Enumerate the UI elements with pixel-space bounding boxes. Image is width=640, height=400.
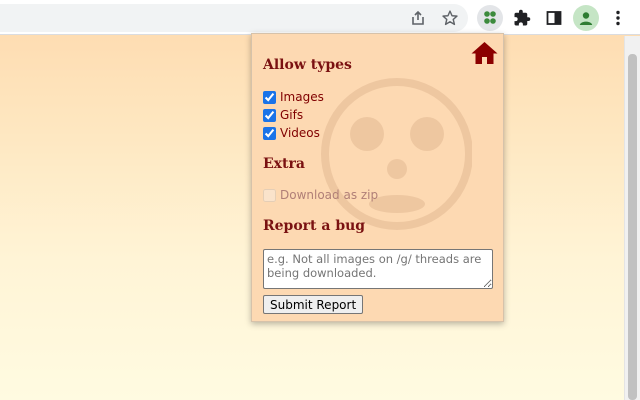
images-label: Images xyxy=(280,90,324,104)
download-zip-label: Download as zip xyxy=(280,188,379,202)
profile-avatar-icon[interactable] xyxy=(573,5,599,31)
puzzle-icon[interactable] xyxy=(509,5,535,31)
videos-label: Videos xyxy=(280,126,320,140)
side-panel-icon[interactable] xyxy=(541,5,567,31)
bug-report-textarea[interactable] xyxy=(263,249,493,289)
images-checkbox[interactable] xyxy=(263,90,276,104)
download-zip-checkbox xyxy=(263,188,276,202)
checkbox-row-images[interactable]: Images xyxy=(263,89,324,105)
videos-checkbox[interactable] xyxy=(263,126,276,140)
address-bar[interactable] xyxy=(0,4,468,32)
submit-report-button[interactable]: Submit Report xyxy=(263,295,364,314)
checkbox-row-gifs[interactable]: Gifs xyxy=(263,107,303,123)
extension-app-icon[interactable] xyxy=(477,5,503,31)
kebab-menu-icon[interactable] xyxy=(605,5,631,31)
page-scrollbar[interactable] xyxy=(624,36,640,400)
gifs-label: Gifs xyxy=(280,108,304,122)
watermark-logo xyxy=(321,78,472,230)
extension-popup: Allow types Images Gifs Videos Extra Dow… xyxy=(251,33,504,322)
share-icon[interactable] xyxy=(405,5,431,31)
checkbox-row-videos[interactable]: Videos xyxy=(263,125,320,141)
scrollbar-thumb[interactable] xyxy=(628,54,637,400)
home-icon[interactable] xyxy=(471,41,498,69)
bookmark-star-icon[interactable] xyxy=(437,5,463,31)
browser-toolbar xyxy=(0,0,640,35)
report-bug-heading: Report a bug xyxy=(263,218,366,234)
allow-types-heading: Allow types xyxy=(263,57,352,73)
gifs-checkbox[interactable] xyxy=(263,108,276,122)
checkbox-row-download-zip: Download as zip xyxy=(263,187,378,203)
extra-heading: Extra xyxy=(263,156,305,172)
